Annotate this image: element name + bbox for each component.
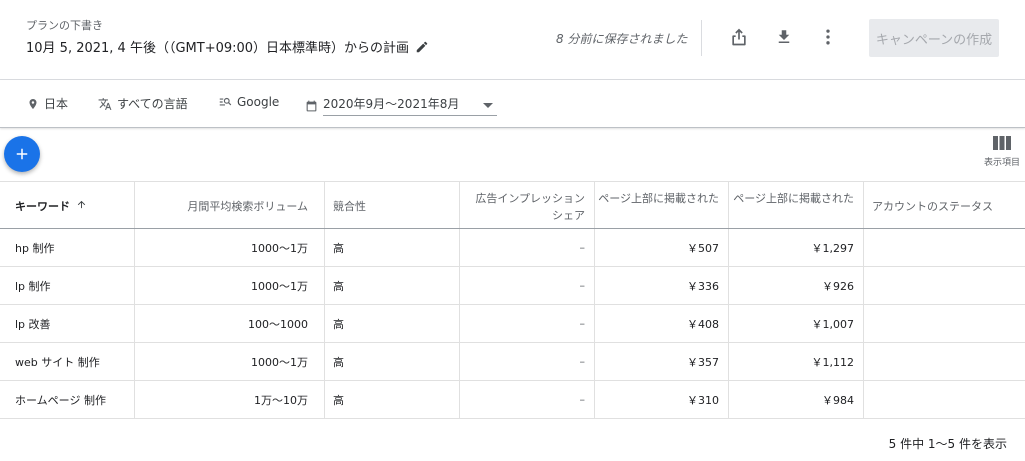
volume-cell: 100〜1000 bbox=[135, 305, 325, 342]
translate-icon bbox=[98, 97, 112, 110]
language-label: すべての言語 bbox=[117, 97, 188, 111]
bid-low-cell: ￥357 bbox=[595, 343, 729, 380]
bid-high-cell: ￥1,112 bbox=[729, 343, 864, 380]
language-filter[interactable]: すべての言語 bbox=[98, 95, 188, 112]
table-header-row: キーワード 月間平均検索ボリューム 競合性 広告インプレッション シェア ページ… bbox=[0, 181, 1025, 229]
table-row[interactable]: web サイト 制作 1000〜1万 高 – ￥357 ￥1,112 bbox=[0, 343, 1025, 381]
date-range-select[interactable]: 2020年9月〜2021年8月 bbox=[323, 95, 498, 116]
competition-cell: 高 bbox=[325, 381, 460, 418]
status-cell bbox=[864, 381, 1025, 418]
bid-high-cell: ￥926 bbox=[729, 267, 864, 304]
competition-cell: 高 bbox=[325, 229, 460, 266]
saved-status: 8 分前に保存されました bbox=[556, 32, 688, 46]
volume-cell: 1000〜1万 bbox=[135, 343, 325, 380]
pagination-info: 5 件中 1〜5 件を表示 bbox=[888, 437, 1007, 451]
location-filter[interactable]: 日本 bbox=[27, 95, 68, 112]
share-cell: – bbox=[460, 343, 595, 380]
competition-cell: 高 bbox=[325, 267, 460, 304]
keyword-cell: lp 制作 bbox=[0, 267, 135, 304]
columns-icon bbox=[993, 136, 1011, 150]
bid-low-cell: ￥507 bbox=[595, 229, 729, 266]
bid-high-cell: ￥984 bbox=[729, 381, 864, 418]
create-campaign-button[interactable]: キャンペーンの作成 bbox=[869, 19, 999, 57]
share-cell: – bbox=[460, 267, 595, 304]
table-row[interactable]: ホームページ 制作 1万〜10万 高 – ￥310 ￥984 bbox=[0, 381, 1025, 419]
columns-label: 表示項目 bbox=[983, 158, 1020, 168]
keyword-table: キーワード 月間平均検索ボリューム 競合性 広告インプレッション シェア ページ… bbox=[0, 181, 1025, 419]
bid-low-cell: ￥336 bbox=[595, 267, 729, 304]
search-network-icon bbox=[219, 97, 232, 106]
keyword-cell: lp 改善 bbox=[0, 305, 135, 342]
network-filter[interactable]: Google bbox=[218, 95, 279, 109]
table-row[interactable]: hp 制作 1000〜1万 高 – ￥507 ￥1,297 bbox=[0, 229, 1025, 267]
share-cell: – bbox=[460, 305, 595, 342]
share-icon[interactable] bbox=[726, 24, 752, 50]
header-top-bid-low[interactable]: ページ上部に掲載された bbox=[595, 182, 729, 228]
chevron-down-icon bbox=[483, 103, 494, 108]
network-label: Google bbox=[237, 95, 280, 109]
add-icon bbox=[16, 148, 28, 160]
header-divider bbox=[701, 20, 702, 56]
bid-low-cell: ￥408 bbox=[595, 305, 729, 342]
plan-header: プランの下書き 10月 5, 2021, 4 午後（（GMT+09:00）日本標… bbox=[0, 0, 1025, 80]
table-row[interactable]: lp 改善 100〜1000 高 – ￥408 ￥1,007 bbox=[0, 305, 1025, 343]
filter-bar: 日本 すべての言語 Google 2020年9月〜2021年8月 bbox=[0, 80, 1025, 128]
location-icon bbox=[29, 98, 37, 109]
header-keyword[interactable]: キーワード bbox=[0, 182, 135, 228]
status-cell bbox=[864, 229, 1025, 266]
status-cell bbox=[864, 343, 1025, 380]
keyword-cell: ホームページ 制作 bbox=[0, 381, 135, 418]
volume-cell: 1万〜10万 bbox=[135, 381, 325, 418]
date-range-filter[interactable]: 2020年9月〜2021年8月 bbox=[305, 95, 498, 116]
plan-title[interactable]: 10月 5, 2021, 4 午後（（GMT+09:00）日本標準時）からの計画 bbox=[26, 37, 429, 56]
calendar-icon bbox=[306, 100, 317, 111]
bid-high-cell: ￥1,007 bbox=[729, 305, 864, 342]
share-cell: – bbox=[460, 381, 595, 418]
bid-high-cell: ￥1,297 bbox=[729, 229, 864, 266]
competition-cell: 高 bbox=[325, 343, 460, 380]
location-label: 日本 bbox=[44, 97, 69, 111]
header-volume[interactable]: 月間平均検索ボリューム bbox=[135, 182, 325, 228]
keyword-cell: web サイト 制作 bbox=[0, 343, 135, 380]
draft-label: プランの下書き bbox=[26, 19, 103, 32]
plan-title-text: 10月 5, 2021, 4 午後（（GMT+09:00）日本標準時）からの計画 bbox=[26, 41, 410, 56]
pencil-icon[interactable] bbox=[415, 40, 429, 54]
keyword-cell: hp 制作 bbox=[0, 229, 135, 266]
bid-low-cell: ￥310 bbox=[595, 381, 729, 418]
columns-button[interactable]: 表示項目 bbox=[980, 136, 1024, 168]
add-keyword-button[interactable] bbox=[4, 136, 40, 172]
volume-cell: 1000〜1万 bbox=[135, 229, 325, 266]
download-icon[interactable] bbox=[771, 24, 797, 50]
header-top-bid-high[interactable]: ページ上部に掲載された bbox=[729, 182, 864, 228]
sort-arrow-up-icon bbox=[77, 200, 86, 209]
competition-cell: 高 bbox=[325, 305, 460, 342]
volume-cell: 1000〜1万 bbox=[135, 267, 325, 304]
header-impression-share[interactable]: 広告インプレッション シェア bbox=[460, 182, 595, 228]
share-cell: – bbox=[460, 229, 595, 266]
table-row[interactable]: lp 制作 1000〜1万 高 – ￥336 ￥926 bbox=[0, 267, 1025, 305]
status-cell bbox=[864, 305, 1025, 342]
header-account-status[interactable]: アカウントのステータス bbox=[864, 182, 1025, 228]
date-range-label: 2020年9月〜2021年8月 bbox=[323, 97, 460, 111]
header-competition[interactable]: 競合性 bbox=[325, 182, 460, 228]
more-vert-icon[interactable] bbox=[815, 24, 841, 50]
status-cell bbox=[864, 267, 1025, 304]
